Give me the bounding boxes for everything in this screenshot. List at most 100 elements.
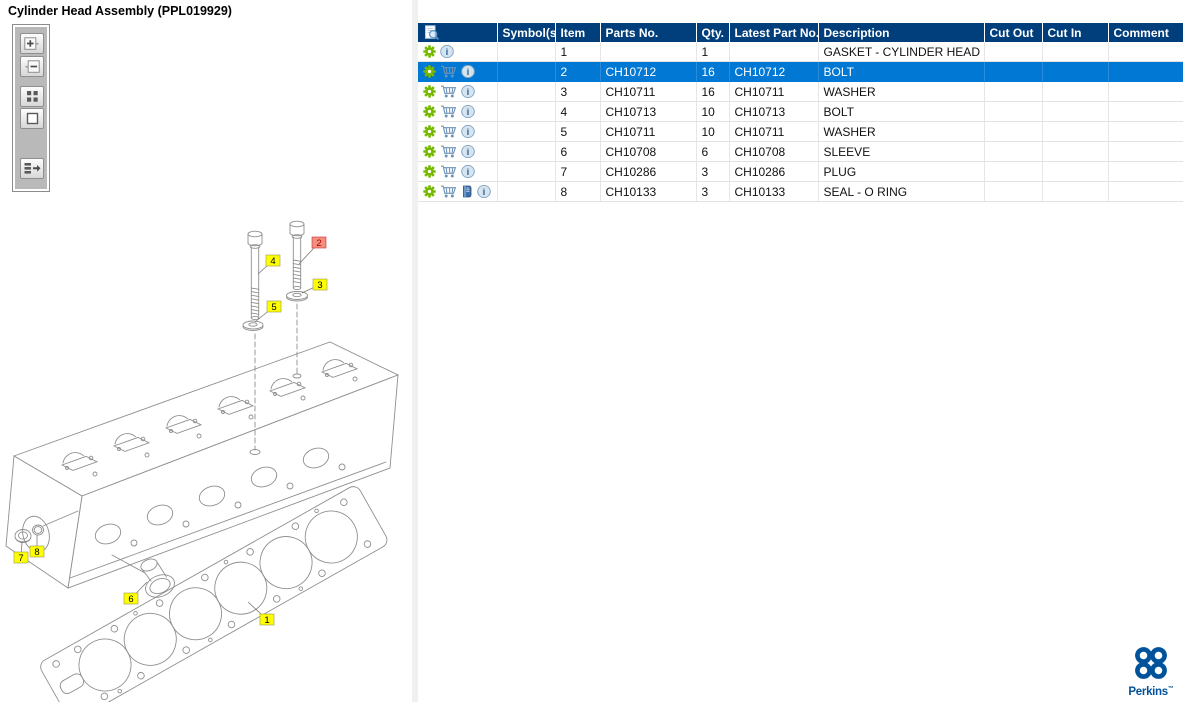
zoom-in-button[interactable] [20, 33, 44, 54]
cart-icon[interactable] [440, 65, 457, 78]
col-header-qty[interactable]: Qty. [696, 23, 730, 42]
cell-cut-out [984, 42, 1043, 62]
cell-item: 5 [555, 121, 601, 142]
settings-icon[interactable] [423, 185, 436, 198]
panel-arrow-icon [24, 162, 41, 175]
cell-comment [1108, 101, 1183, 122]
settings-icon[interactable] [423, 145, 436, 158]
col-header-parts_no[interactable]: Parts No. [600, 23, 697, 42]
part-callout-6[interactable]: 6 [123, 581, 148, 605]
brand-name: Perkins™ [1128, 686, 1174, 698]
toggle-parts-panel-button[interactable] [20, 158, 44, 179]
info-icon[interactable]: i [461, 105, 475, 118]
part-callout-4[interactable]: 4 [257, 254, 281, 275]
cell-cut-in [1042, 101, 1109, 122]
cell-latest: CH10712 [729, 61, 819, 82]
part-row-6[interactable]: i 6 CH10708 6 CH10708 SLEEVE [418, 141, 1183, 162]
cell-latest: CH10133 [729, 181, 819, 202]
col-header-cut_out[interactable]: Cut Out [984, 23, 1043, 42]
cell-parts-no: CH10133 [600, 181, 697, 202]
cell-description: WASHER [818, 81, 985, 102]
col-header-item[interactable]: Item [555, 23, 601, 42]
view-tiles-button[interactable] [20, 86, 44, 107]
cart-icon[interactable] [440, 165, 457, 178]
info-icon[interactable]: i [461, 165, 475, 178]
cell-parts-no: CH10711 [600, 81, 697, 102]
row-actions-cell: i [418, 81, 498, 102]
cell-qty: 16 [696, 61, 730, 82]
part-callout-3[interactable]: 3 [301, 278, 328, 294]
svg-text:7: 7 [18, 553, 23, 564]
settings-icon[interactable] [423, 45, 436, 58]
svg-text:i: i [467, 167, 470, 178]
cell-cut-in [1042, 141, 1109, 162]
part-row-5[interactable]: i 5 CH10711 10 CH10711 WASHER [418, 121, 1183, 142]
col-header-latest[interactable]: Latest Part No. [729, 23, 819, 42]
cell-cut-out [984, 121, 1043, 142]
part-row-4[interactable]: i 4 CH10713 10 CH10713 BOLT [418, 101, 1183, 122]
info-icon[interactable]: i [461, 125, 475, 138]
settings-icon[interactable] [423, 85, 436, 98]
grid-squares-icon [26, 90, 39, 103]
col-header-description[interactable]: Description [818, 23, 985, 42]
cell-parts-no [600, 42, 697, 62]
notes-icon[interactable] [461, 185, 473, 198]
svg-text:6: 6 [128, 594, 133, 605]
part-callout-2[interactable]: 2 [298, 236, 327, 265]
cell-latest: CH10711 [729, 121, 819, 142]
settings-icon[interactable] [423, 65, 436, 78]
cell-qty: 3 [696, 161, 730, 182]
cell-parts-no: CH10286 [600, 161, 697, 182]
cell-comment [1108, 42, 1183, 62]
settings-icon[interactable] [423, 165, 436, 178]
svg-text:5: 5 [271, 302, 276, 313]
part-row-1[interactable]: i 1 1 GASKET - CYLINDER HEAD [418, 42, 1183, 62]
cell-symbols [497, 61, 556, 82]
cart-icon[interactable] [440, 185, 457, 198]
part-row-8[interactable]: i 8 CH10133 3 CH10133 SEAL - O RING [418, 181, 1183, 202]
cell-cut-out [984, 101, 1043, 122]
cell-cut-in [1042, 161, 1109, 182]
cell-symbols [497, 121, 556, 142]
part-row-2[interactable]: i 2 CH10712 16 CH10712 BOLT [418, 61, 1183, 82]
part-row-7[interactable]: i 7 CH10286 3 CH10286 PLUG [418, 161, 1183, 182]
bolt-short-drawing [289, 220, 305, 291]
cart-icon[interactable] [440, 125, 457, 138]
col-header-symbols[interactable]: Symbol(s) [497, 23, 556, 42]
cell-comment [1108, 61, 1183, 82]
cell-comment [1108, 121, 1183, 142]
col-header-icons[interactable] [418, 23, 498, 42]
zoom-in-icon [24, 36, 40, 51]
info-icon[interactable]: i [461, 65, 475, 78]
svg-text:i: i [483, 187, 486, 198]
cell-latest: CH10711 [729, 81, 819, 102]
cell-description: WASHER [818, 121, 985, 142]
cart-icon[interactable] [440, 105, 457, 118]
settings-icon[interactable] [423, 125, 436, 138]
svg-text:1: 1 [264, 615, 269, 626]
cart-icon[interactable] [440, 145, 457, 158]
info-icon[interactable]: i [477, 185, 491, 198]
cell-item: 8 [555, 181, 601, 202]
part-row-3[interactable]: i 3 CH10711 16 CH10711 WASHER [418, 81, 1183, 102]
info-icon[interactable]: i [461, 85, 475, 98]
svg-text:4: 4 [270, 256, 275, 267]
cart-icon[interactable] [440, 85, 457, 98]
svg-text:8: 8 [34, 547, 39, 558]
cell-symbols [497, 161, 556, 182]
diagram-panel: 4 2 3 5 78 6 1 [0, 22, 412, 702]
col-header-comment[interactable]: Comment [1108, 23, 1183, 42]
cell-item: 7 [555, 161, 601, 182]
info-icon[interactable]: i [440, 45, 454, 58]
info-icon[interactable]: i [461, 145, 475, 158]
perkins-logo: Perkins™ [1125, 645, 1177, 698]
cell-qty: 6 [696, 141, 730, 162]
cell-qty: 10 [696, 121, 730, 142]
cell-cut-out [984, 81, 1043, 102]
perkins-rings-icon [1135, 647, 1167, 679]
exploded-parts-diagram: 4 2 3 5 78 6 1 [5, 220, 400, 702]
fit-to-window-button[interactable] [20, 108, 44, 129]
settings-icon[interactable] [423, 105, 436, 118]
col-header-cut_in[interactable]: Cut In [1042, 23, 1109, 42]
zoom-out-button[interactable] [20, 56, 44, 77]
